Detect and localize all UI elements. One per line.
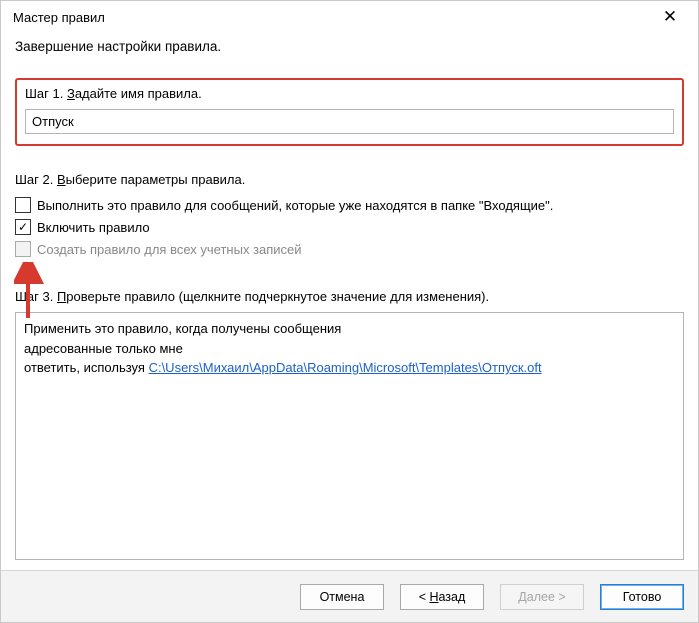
checkbox-run-now[interactable]: Выполнить это правило для сообщений, кот… [15,197,684,213]
step3-section: Шаг 3. Проверьте правило (щелкните подче… [15,289,684,560]
template-path-link[interactable]: C:\Users\Михаил\AppData\Roaming\Microsof… [149,360,542,375]
cancel-button[interactable]: Отмена [300,584,384,610]
step2-label: Шаг 2. Выберите параметры правила. [15,172,684,187]
check-icon: ✓ [18,221,28,233]
checkbox-icon: ✓ [15,219,31,235]
desc-line-1: Применить это правило, когда получены со… [24,319,675,339]
checkbox-label: Выполнить это правило для сообщений, кот… [37,198,553,213]
window-title: Мастер правил [13,10,650,25]
dialog-subtitle: Завершение настройки правила. [15,39,684,54]
checkbox-label: Создать правило для всех учетных записей [37,242,302,257]
desc-line-3: ответить, используя C:\Users\Михаил\AppD… [24,358,675,378]
next-button: Далее > [500,584,584,610]
checkbox-label: Включить правило [37,220,150,235]
close-icon: ✕ [663,7,677,27]
close-button[interactable]: ✕ [650,3,690,31]
checkbox-all-accounts: Создать правило для всех учетных записей [15,241,684,257]
finish-button[interactable]: Готово [600,584,684,610]
step2-section: Шаг 2. Выберите параметры правила. Выпол… [15,172,684,263]
rule-name-input[interactable] [25,109,674,134]
checkbox-icon [15,241,31,257]
dialog-body: Завершение настройки правила. Шаг 1. Зад… [1,33,698,570]
desc-line-2: адресованные только мне [24,339,675,359]
checkbox-icon [15,197,31,213]
dialog-window: Мастер правил ✕ Завершение настройки пра… [0,0,699,623]
step3-label: Шаг 3. Проверьте правило (щелкните подче… [15,289,684,304]
back-button[interactable]: < Назад [400,584,484,610]
rule-description-box: Применить это правило, когда получены со… [15,312,684,560]
step1-section: Шаг 1. Задайте имя правила. [15,78,684,146]
checkbox-enable-rule[interactable]: ✓ Включить правило [15,219,684,235]
step1-label: Шаг 1. Задайте имя правила. [25,86,674,101]
titlebar: Мастер правил ✕ [1,1,698,33]
dialog-footer: Отмена < Назад Далее > Готово [1,570,698,622]
